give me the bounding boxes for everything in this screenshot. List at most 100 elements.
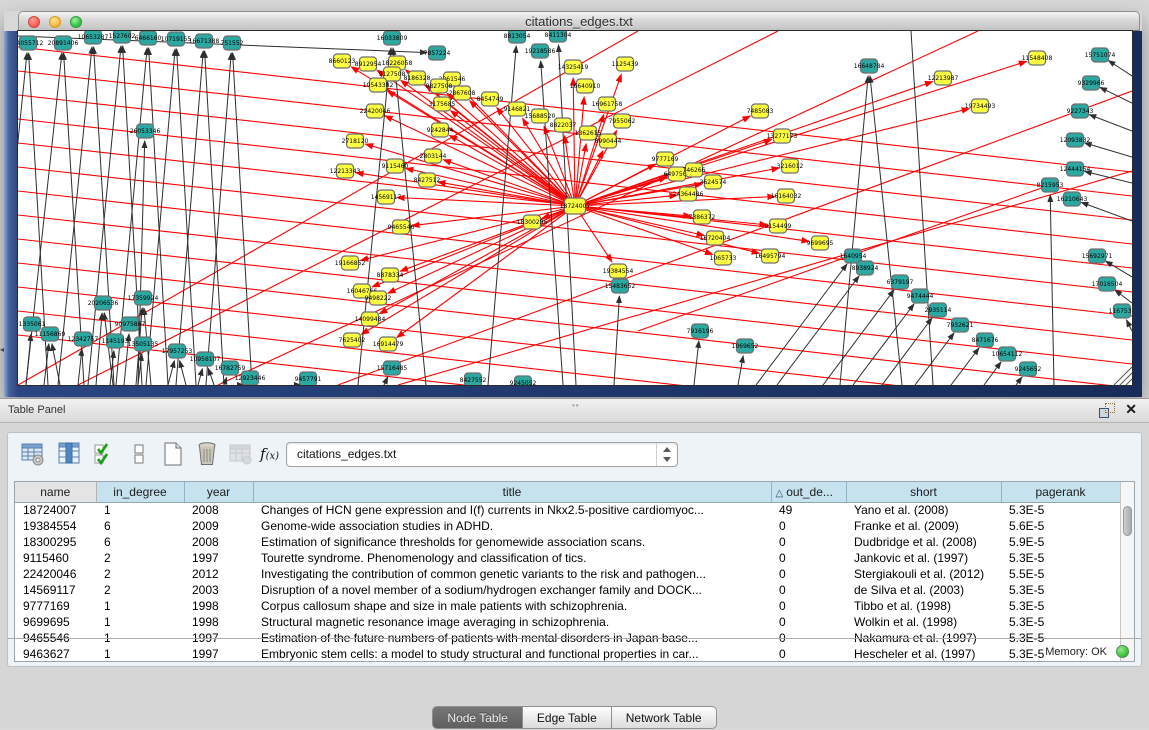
table-row[interactable]: 2242004622012Investigating the contribut… (15, 566, 1120, 582)
graph-node[interactable]: 1145193 (102, 334, 129, 348)
graph-node[interactable]: 16640910 (570, 79, 601, 93)
graph-node[interactable]: 14099484 (355, 312, 386, 326)
graph-node[interactable]: 19734493 (965, 99, 996, 113)
table-header-row[interactable]: namein_degreeyeartitle△out_de...shortpag… (15, 482, 1120, 502)
close-panel-button[interactable]: ✕ (1125, 401, 1137, 418)
checkbox-list-icon[interactable] (126, 441, 152, 467)
graph-node[interactable]: 7386372 (689, 210, 716, 224)
collapse-panel-arrow-icon[interactable]: ◂ (0, 345, 4, 354)
graph-node[interactable]: 8660123 (329, 54, 356, 68)
graph-node[interactable]: 19384554 (603, 264, 634, 278)
graph-node[interactable]: 18724007 (560, 198, 591, 214)
delete-table-icon[interactable] (194, 441, 220, 467)
window-titlebar[interactable]: citations_edges.txt (18, 11, 1140, 31)
graph-node[interactable]: 16164032 (771, 189, 802, 203)
graph-node[interactable]: 16914479 (373, 337, 404, 351)
graph-node[interactable]: 16495794 (755, 249, 786, 263)
function-builder-icon[interactable]: f(x) (260, 445, 286, 471)
graph-node[interactable]: 9777169 (652, 152, 679, 166)
graph-node[interactable]: 15692971 (1082, 249, 1113, 263)
panel-resize-grip[interactable]: •• (572, 401, 580, 410)
graph-node[interactable]: 11548408 (1022, 51, 1053, 65)
graph-node[interactable]: 10653287 (78, 31, 109, 44)
graph-node[interactable]: 8215953 (1037, 178, 1064, 192)
graph-node[interactable]: 12213343 (330, 164, 361, 178)
table-row[interactable]: 977716911998Corpus callosum shape and si… (15, 598, 1120, 614)
graph-node[interactable]: 16720404 (700, 231, 731, 245)
column-header-in-degree[interactable]: in_degree (96, 482, 184, 502)
graph-node[interactable]: 8471676 (972, 333, 999, 347)
table-scrollbar[interactable] (1120, 482, 1134, 661)
graph-node[interactable]: 24364486 (673, 187, 704, 201)
float-window-icon[interactable] (1099, 403, 1115, 418)
graph-node[interactable]: 15751074 (1085, 48, 1116, 62)
graph-node[interactable]: 3624574 (700, 175, 727, 189)
graph-node[interactable]: 9154499 (765, 219, 792, 233)
network-canvas[interactable]: 18724007 8660123 8912954 18226058 912750… (18, 31, 1132, 385)
graph-node[interactable]: 8454749 (477, 92, 504, 106)
node-table[interactable]: namein_degreeyeartitle△out_de...shortpag… (14, 481, 1135, 662)
graph-node[interactable]: 9245652 (1015, 362, 1042, 376)
graph-node[interactable]: 2718120 (342, 134, 369, 148)
column-header-short[interactable]: short (846, 482, 1001, 502)
graph-node[interactable]: 26053346 (130, 124, 161, 138)
graph-node[interactable]: 9245052 (510, 376, 537, 385)
column-header-out-de-[interactable]: △out_de... (771, 482, 846, 502)
column-header-name[interactable]: name (15, 482, 96, 502)
graph-node[interactable]: 19218586 (525, 44, 556, 58)
table-row[interactable]: 1938455462009Genome-wide association stu… (15, 518, 1120, 534)
graph-node[interactable]: 3216012 (777, 159, 804, 173)
table-mode-icon[interactable] (20, 441, 46, 467)
graph-node[interactable]: 16210643 (1057, 192, 1088, 206)
tab-edge-table[interactable]: Edge Table (523, 706, 612, 729)
graph-node[interactable]: 9242844 (427, 123, 454, 137)
graph-node[interactable]: 7485083 (747, 104, 774, 118)
graph-node[interactable]: 1167533 (1109, 304, 1132, 318)
graph-node[interactable]: 1527602 (109, 31, 136, 43)
graph-node[interactable]: 746266 (683, 163, 706, 177)
graph-node[interactable]: 16961758 (592, 97, 623, 111)
table-selector-dropdown[interactable]: citations_edges.txt (286, 442, 678, 467)
column-header-year[interactable]: year (184, 482, 253, 502)
graph-node[interactable]: 14569117 (371, 190, 402, 204)
column-header-title[interactable]: title (253, 482, 771, 502)
show-columns-icon[interactable] (56, 441, 82, 467)
graph-node[interactable]: 16033809 (377, 31, 408, 45)
graph-node[interactable]: 8912954 (355, 57, 382, 71)
graph-node[interactable]: 12213987 (928, 71, 959, 85)
tab-node-table[interactable]: Node Table (432, 706, 523, 729)
table-row[interactable]: 1830029562008Estimation of significance … (15, 534, 1120, 550)
graph-node[interactable]: 12923446 (235, 371, 266, 385)
graph-node[interactable]: 7857224 (424, 46, 451, 60)
graph-node[interactable]: 14055712 (18, 36, 43, 50)
table-row[interactable]: 1456911722003Disruption of a novel membe… (15, 582, 1120, 598)
graph-node[interactable]: 1125439 (612, 57, 639, 71)
graph-node[interactable]: 9457791 (295, 372, 322, 385)
graph-node[interactable]: 7916196 (687, 324, 714, 338)
graph-node[interactable]: 16671388 (189, 34, 220, 48)
graph-node[interactable]: 8427552 (460, 373, 487, 385)
graph-node[interactable]: 8813054 (504, 31, 531, 43)
table-row[interactable]: 969969511998Structural magnetic resonanc… (15, 614, 1120, 630)
graph-node[interactable]: 10719155 (161, 32, 192, 46)
new-document-icon[interactable] (160, 441, 186, 467)
graph-node[interactable]: 9699695 (807, 236, 834, 250)
graph-node[interactable]: 1065733 (710, 251, 737, 265)
graph-node[interactable]: 1069652 (732, 339, 759, 353)
graph-node[interactable]: 9227343 (1067, 104, 1094, 118)
table-row[interactable]: 911546021997Tourette syndrome. Phenomeno… (15, 550, 1120, 566)
column-header-pagerank[interactable]: pagerank (1001, 482, 1120, 502)
graph-node[interactable]: 15716485 (377, 361, 408, 375)
graph-node[interactable]: 8411304 (545, 31, 572, 42)
graph-node[interactable]: 13505135 (128, 337, 159, 351)
tab-network-table[interactable]: Network Table (612, 706, 717, 729)
graph-node[interactable]: 6466160 (135, 31, 162, 45)
graph-node[interactable]: 751552 (221, 36, 244, 50)
select-all-icon[interactable] (92, 441, 118, 467)
graph-node[interactable]: 17016504 (1092, 277, 1123, 291)
graph-node[interactable]: 19166852 (335, 256, 366, 270)
graph-node[interactable]: 16648784 (854, 59, 885, 73)
table-scrollbar-thumb[interactable] (1123, 506, 1132, 536)
table-row[interactable]: 1872400712008Changes of HCN gene express… (15, 502, 1120, 518)
graph-node[interactable]: 12093832 (1060, 133, 1091, 147)
